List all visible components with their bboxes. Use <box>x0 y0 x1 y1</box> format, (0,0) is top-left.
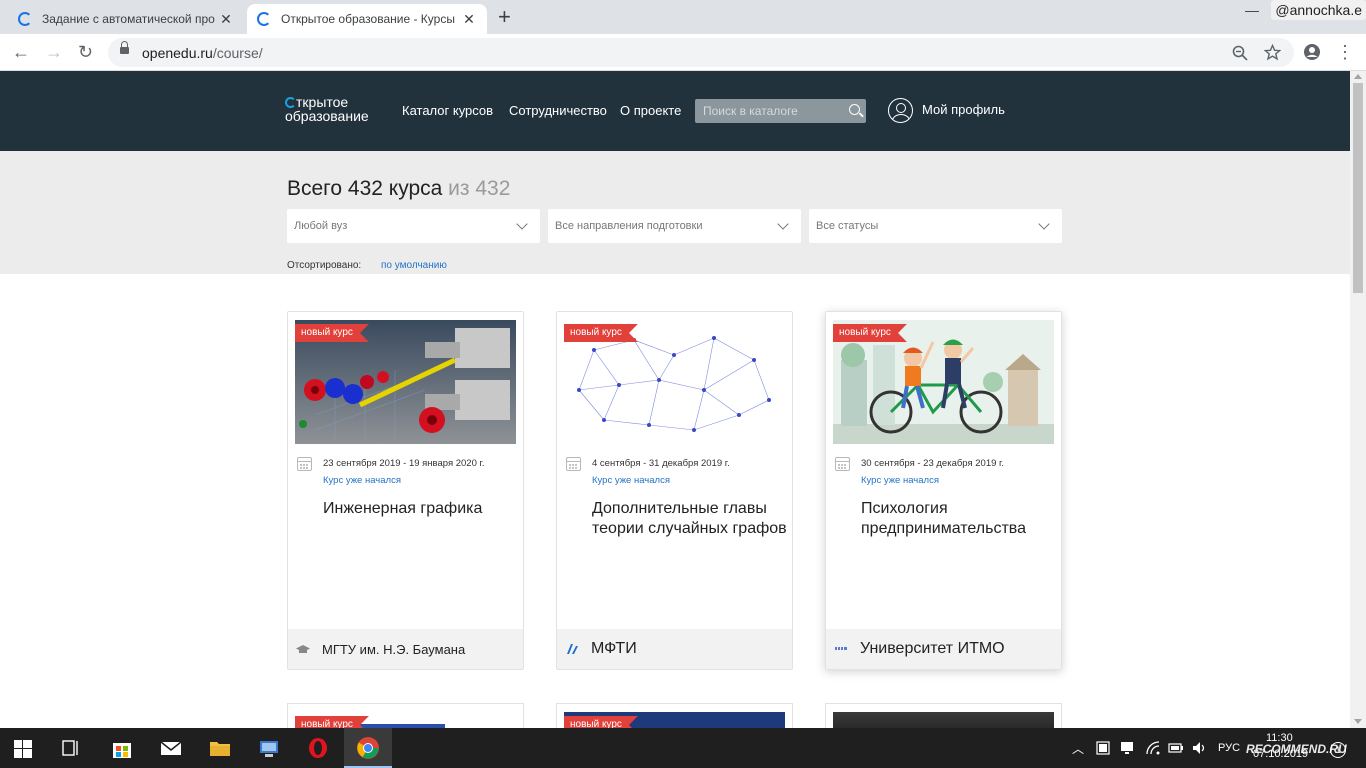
new-course-badge: новый курс <box>564 324 638 342</box>
university-name[interactable]: МГТУ им. Н.Э. Баумана <box>322 642 465 657</box>
catalog-search <box>695 99 866 123</box>
browser-menu-icon[interactable]: ⋮ <box>1336 42 1354 63</box>
windows-start-icon[interactable] <box>14 740 32 758</box>
search-icon[interactable] <box>849 104 860 115</box>
course-university: МФТИ <box>557 629 792 669</box>
nav-catalog-link[interactable]: Каталог курсов <box>402 103 493 118</box>
notifications-icon[interactable]: 1 <box>1330 742 1346 758</box>
university-name[interactable]: Университет ИТМО <box>860 640 1005 658</box>
course-card[interactable]: новый курс 23 сентября 2019 - 19 января … <box>287 311 524 670</box>
battery-icon[interactable] <box>1168 742 1184 754</box>
new-course-badge: новый курс <box>295 324 369 342</box>
calendar-icon <box>566 457 581 471</box>
forward-button[interactable]: → <box>45 42 63 62</box>
new-tab-button[interactable]: + <box>498 6 511 28</box>
course-university: Университет ИТМО <box>826 629 1061 669</box>
site-logo[interactable]: ткрытое образование <box>285 95 369 123</box>
calendar-icon <box>297 457 312 471</box>
browser-tab-strip: Задание с автоматической про ✕ Открытое … <box>0 0 1366 34</box>
tray-app-icon[interactable] <box>1096 741 1110 755</box>
nav-about-link[interactable]: О проекте <box>620 103 681 118</box>
course-title[interactable]: Психология предпринимательства <box>861 499 1057 539</box>
course-dates: 4 сентября - 31 декабря 2019 г. <box>592 458 730 469</box>
chevron-down-icon <box>516 218 528 230</box>
browser-tab-inactive[interactable]: Задание с автоматической про ✕ <box>8 4 244 34</box>
course-dates: 30 сентября - 23 декабря 2019 г. <box>861 458 1004 469</box>
page-scrollbar[interactable] <box>1350 71 1366 728</box>
clock-time[interactable]: 11:30 <box>1266 732 1293 744</box>
course-status: Курс уже начался <box>861 475 939 486</box>
course-card[interactable]: новый курс 4 сентября - 31 декабря 2019 … <box>556 311 793 670</box>
tab-close-icon[interactable]: ✕ <box>461 11 477 28</box>
university-name[interactable]: МФТИ <box>591 640 637 658</box>
url-text[interactable]: openedu.ru/course/ <box>142 45 263 61</box>
course-title[interactable]: Дополнительные главы теории случайных гр… <box>592 499 788 539</box>
browser-tab-active[interactable]: Открытое образование - Курсы ✕ <box>247 4 487 34</box>
mipt-logo-icon <box>567 644 578 654</box>
back-button[interactable]: ← <box>12 42 30 62</box>
windows-taskbar: ︿ РУС RECOMMEND.RU 11:30 07.10.2019 1 <box>0 728 1366 768</box>
reload-button[interactable]: ↻ <box>78 42 93 62</box>
profile-icon[interactable] <box>888 98 913 123</box>
university-select[interactable]: Любой вуз <box>287 209 540 243</box>
chevron-down-icon <box>1038 218 1050 230</box>
volume-icon[interactable] <box>1192 741 1206 755</box>
tray-monitor-icon[interactable] <box>1120 741 1134 755</box>
filter-panel: Всего 432 курса из 432 Любой вуз Все нап… <box>0 151 1350 274</box>
tab-title: Открытое образование - Курсы <box>281 12 455 26</box>
store-icon[interactable] <box>110 736 134 760</box>
loading-spinner-icon <box>257 12 271 26</box>
scroll-down-icon[interactable] <box>1354 719 1362 724</box>
course-status: Курс уже начался <box>323 475 401 486</box>
task-view-icon[interactable] <box>62 740 80 756</box>
address-bar[interactable]: openedu.ru/course/ <box>108 38 1294 67</box>
browser-toolbar: ← → ↻ openedu.ru/course/ ⋮ <box>0 34 1366 71</box>
chevron-down-icon <box>777 218 789 230</box>
calendar-icon <box>835 457 850 471</box>
mail-icon[interactable] <box>159 736 183 760</box>
tab-close-icon[interactable]: ✕ <box>218 11 234 28</box>
zoom-icon[interactable] <box>1232 45 1248 61</box>
sort-label: Отсортировано: <box>287 260 362 271</box>
direction-select[interactable]: Все направления подготовки <box>548 209 801 243</box>
site-header: ткрытое образование Каталог курсов Сотру… <box>0 71 1350 151</box>
course-card[interactable]: новый курс 30 сентября - 23 декабря 2019… <box>825 311 1062 670</box>
itmo-logo-icon <box>835 647 847 650</box>
course-university: МГТУ им. Н.Э. Баумана <box>288 629 523 669</box>
scroll-thumb[interactable] <box>1353 83 1363 293</box>
sort-option-link[interactable]: по умолчанию <box>381 260 447 271</box>
network-app-icon[interactable] <box>257 736 281 760</box>
tab-title: Задание с автоматической про <box>42 12 215 26</box>
chrome-icon[interactable] <box>356 736 380 760</box>
catalog-search-input[interactable] <box>695 99 840 123</box>
clock-date[interactable]: 07.10.2019 <box>1253 748 1308 760</box>
tray-expand-icon[interactable]: ︿ <box>1072 740 1084 757</box>
my-profile-link[interactable]: Мой профиль <box>922 102 1005 117</box>
loading-spinner-icon <box>18 12 32 26</box>
wifi-icon[interactable] <box>1146 741 1160 755</box>
course-dates: 23 сентября 2019 - 19 января 2020 г. <box>323 458 485 469</box>
logo-mark-icon <box>285 97 296 108</box>
lock-icon <box>120 41 129 56</box>
star-icon[interactable] <box>1264 44 1281 61</box>
file-explorer-icon[interactable] <box>208 736 232 760</box>
new-course-badge: новый курс <box>833 324 907 342</box>
nav-partnership-link[interactable]: Сотрудничество <box>509 103 607 118</box>
status-select[interactable]: Все статусы <box>809 209 1062 243</box>
opera-icon[interactable] <box>306 736 330 760</box>
keyboard-language[interactable]: РУС <box>1218 742 1240 754</box>
minimize-button[interactable]: — <box>1245 2 1259 18</box>
courses-total: Всего 432 курса из 432 <box>287 177 511 200</box>
account-icon[interactable] <box>1303 43 1321 61</box>
course-status: Курс уже начался <box>592 475 670 486</box>
course-title[interactable]: Инженерная графика <box>323 499 519 519</box>
watermark-username: @annochka.e <box>1271 0 1366 20</box>
scroll-up-icon[interactable] <box>1354 74 1362 79</box>
graduation-cap-icon <box>296 645 310 653</box>
